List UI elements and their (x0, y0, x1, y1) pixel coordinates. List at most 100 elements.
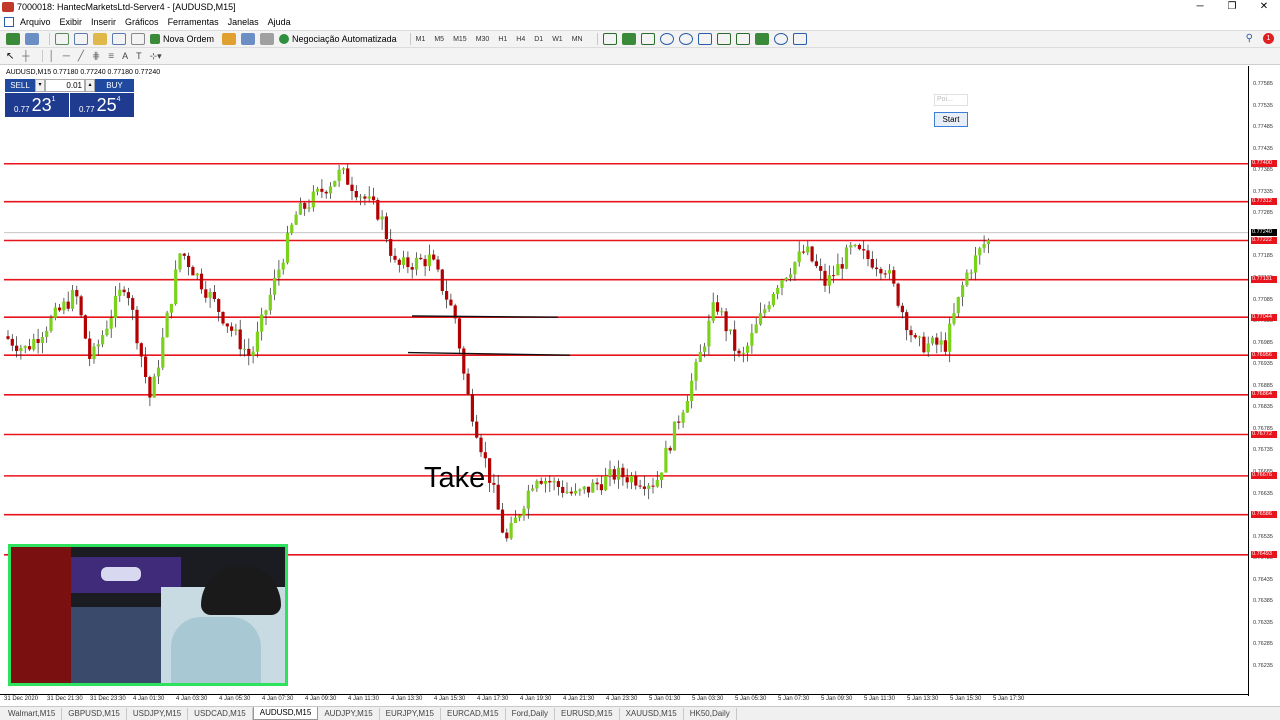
candle-body-191 (827, 275, 831, 286)
time-label: 31 Dec 23:30 (90, 696, 126, 702)
candle-body-196 (849, 245, 853, 248)
data-window-icon[interactable] (74, 33, 88, 45)
vertical-line-icon[interactable]: │ (48, 51, 54, 62)
candle-body-200 (866, 250, 870, 259)
line-chart-icon[interactable] (640, 33, 655, 45)
label-tool-icon[interactable]: T (136, 51, 142, 61)
metaeditor-icon[interactable] (222, 33, 237, 45)
tf-m1[interactable]: M1 (416, 36, 426, 43)
candle-body-117 (509, 522, 513, 539)
candle-body-171 (741, 352, 745, 354)
chart-tab[interactable]: Walmart,M15 (2, 707, 63, 720)
templates-icon[interactable] (792, 33, 807, 45)
auto-trading-button[interactable]: Negociação Automatizada (279, 34, 397, 44)
menu-ferramentas[interactable]: Ferramentas (168, 17, 219, 27)
candle-body-159 (690, 380, 694, 401)
tf-m30[interactable]: M30 (476, 36, 490, 43)
chart-tab[interactable]: EURJPY,M15 (380, 707, 441, 720)
trendline-icon[interactable]: ╱ (78, 51, 84, 62)
menu-janelas[interactable]: Janelas (228, 17, 259, 27)
start-button[interactable]: Start (934, 112, 968, 127)
menu-bar: Arquivo Exibir Inserir Gráficos Ferramen… (0, 14, 1280, 29)
candlestick-icon[interactable] (621, 33, 636, 45)
notification-icon[interactable]: 1 (1263, 33, 1274, 44)
tf-m5[interactable]: M5 (434, 36, 444, 43)
menu-exibir[interactable]: Exibir (60, 17, 83, 27)
lot-decrease-button[interactable]: ▾ (35, 79, 45, 92)
chart-tab[interactable]: EURCAD,M15 (441, 707, 506, 720)
new-chart-icon[interactable] (6, 33, 20, 45)
tf-m15[interactable]: M15 (453, 36, 467, 43)
zoom-out-icon[interactable] (678, 33, 693, 45)
lot-size-input[interactable]: 0.01 (45, 79, 85, 92)
time-axis[interactable]: 31 Dec 2020 31 Dec 21:30 31 Dec 23:30 4 Jan… (0, 694, 1248, 706)
level-price-tag: 0.76864 (1251, 391, 1277, 399)
candle-body-205 (887, 270, 892, 274)
candle-body-129 (561, 486, 565, 493)
autoscroll-icon[interactable] (716, 33, 731, 45)
crosshair-icon[interactable]: ┼ (22, 51, 29, 62)
chart-tab[interactable]: USDJPY,M15 (127, 707, 189, 720)
channel-icon[interactable]: ≡ (108, 51, 114, 62)
terminal-icon[interactable] (112, 33, 126, 45)
close-button[interactable]: ✕ (1248, 0, 1280, 14)
candle-body-85 (371, 196, 376, 201)
bid-quote[interactable]: 0.77 23 1 (5, 93, 69, 117)
take-annotation[interactable]: Take (424, 462, 485, 495)
chart-tab[interactable]: GBPUSD,M15 (62, 707, 127, 720)
tf-h1[interactable]: H1 (498, 36, 507, 43)
menu-graficos[interactable]: Gráficos (125, 17, 159, 27)
minimize-button[interactable]: ─ (1184, 0, 1216, 14)
horizontal-line-icon[interactable]: ─ (63, 51, 70, 62)
price-label: 0.76835 (1253, 404, 1273, 411)
candle-body-177 (767, 305, 771, 310)
tile-windows-icon[interactable] (697, 33, 712, 45)
lot-increase-button[interactable]: ▴ (85, 79, 95, 92)
menu-ajuda[interactable]: Ajuda (268, 17, 291, 27)
candle-body-95 (414, 257, 419, 270)
text-tool-icon[interactable]: A (122, 51, 128, 61)
cursor-icon[interactable]: ↖ (6, 51, 14, 62)
chart-tab[interactable]: EURUSD,M15 (555, 707, 620, 720)
chart-tab[interactable]: HK50,Daily (684, 707, 737, 720)
market-watch-icon[interactable] (55, 33, 69, 45)
candle-body-180 (780, 279, 784, 288)
tf-mn[interactable]: MN (572, 36, 583, 43)
sell-button[interactable]: SELL (5, 79, 35, 92)
points-field[interactable]: Poi... (934, 94, 968, 106)
new-order-button[interactable]: Nova Ordem (150, 34, 214, 44)
chart-window[interactable]: AUDUSD,M15 0.77180 0.77240 0.77180 0.772… (0, 66, 1280, 706)
chart-tab[interactable]: Ford,Daily (506, 707, 556, 720)
periods-icon[interactable] (773, 33, 788, 45)
buy-button[interactable]: BUY (95, 79, 134, 92)
shapes-icon[interactable]: ⊹▾ (150, 51, 162, 62)
strategy-tester-icon[interactable] (131, 33, 145, 45)
price-scale[interactable]: 0.77585 0.77535 0.77485 0.77435 0.77385 0.773… (1248, 66, 1280, 696)
indicators-icon[interactable] (754, 33, 769, 45)
level-price-tag: 0.76676 (1251, 472, 1277, 480)
zoom-in-icon[interactable] (659, 33, 674, 45)
market-icon[interactable] (260, 33, 275, 45)
tf-h4[interactable]: H4 (516, 36, 525, 43)
document-icon[interactable] (4, 16, 14, 27)
fibonacci-icon[interactable]: ⋕ (92, 51, 100, 62)
navigator-icon[interactable] (93, 33, 107, 45)
restore-button[interactable]: ❐ (1216, 0, 1248, 14)
menu-arquivo[interactable]: Arquivo (20, 17, 51, 27)
bar-chart-icon[interactable] (602, 33, 617, 45)
time-label: 4 Jan 19:30 (520, 696, 552, 702)
price-label: 0.77285 (1253, 210, 1273, 217)
tf-w1[interactable]: W1 (552, 36, 563, 43)
candle-body-184 (797, 251, 801, 263)
search-icon[interactable]: ⚲ (1246, 33, 1253, 44)
menu-inserir[interactable]: Inserir (91, 17, 116, 27)
profiles-icon[interactable] (25, 33, 39, 45)
tf-d1[interactable]: D1 (534, 36, 543, 43)
chart-shift-icon[interactable] (735, 33, 750, 45)
chart-tab[interactable]: USDCAD,M15 (188, 707, 253, 720)
ask-quote[interactable]: 0.77 25 4 (70, 93, 134, 117)
chart-tab[interactable]: XAUUSD,M15 (620, 707, 684, 720)
chart-tab[interactable]: AUDUSD,M15 (252, 707, 319, 720)
chart-tab[interactable]: AUDJPY,M15 (318, 707, 380, 720)
signals-icon[interactable] (241, 33, 256, 45)
